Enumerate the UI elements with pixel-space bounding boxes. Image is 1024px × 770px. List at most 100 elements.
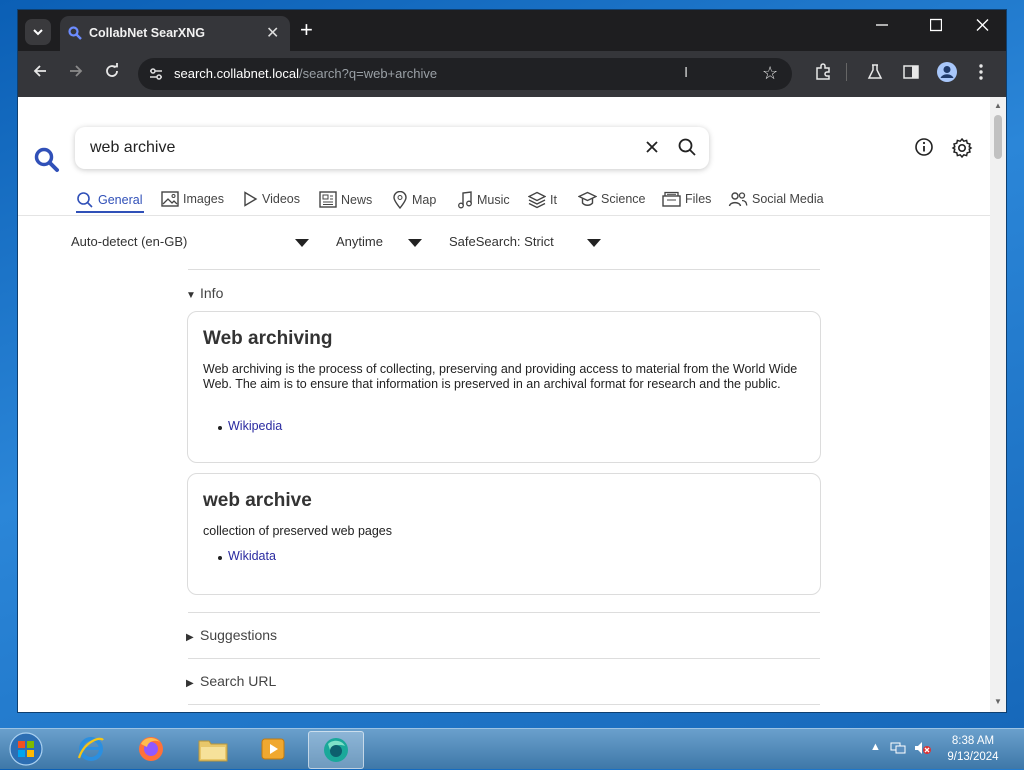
- browser-tab[interactable]: CollabNet SearXNG ✕: [60, 16, 290, 51]
- browser-window: CollabNet SearXNG ✕ + search.collabnet.l…: [18, 10, 1006, 712]
- wikidata-link[interactable]: Wikidata: [228, 549, 276, 563]
- infobox: web archive collection of preserved web …: [187, 473, 821, 595]
- safesearch-chevron-icon[interactable]: [587, 239, 601, 247]
- tab-label: Images: [183, 192, 224, 206]
- list-bullet: [218, 426, 222, 430]
- firefox-icon: [139, 737, 163, 761]
- forward-button[interactable]: [68, 61, 84, 85]
- tab-music[interactable]: Music: [457, 191, 510, 209]
- arrow-left-icon: [33, 65, 46, 77]
- tab-videos[interactable]: Videos: [242, 191, 300, 207]
- tab-label: Music: [477, 193, 510, 207]
- reload-button[interactable]: [104, 61, 120, 85]
- search-submit-icon[interactable]: [677, 137, 697, 160]
- reload-icon: [106, 63, 118, 77]
- browser-app-icon: [324, 738, 348, 762]
- safesearch-select[interactable]: SafeSearch: Strict: [449, 234, 554, 249]
- newspaper-icon: [319, 191, 337, 208]
- browser-toolbar: search.collabnet.local/search?q=web+arch…: [18, 51, 1006, 97]
- info-toggle[interactable]: ▼ Info: [186, 285, 223, 301]
- tab-map[interactable]: Map: [392, 191, 436, 209]
- page-scrollbar[interactable]: ▲ ▼: [990, 97, 1006, 712]
- divider: [188, 269, 820, 270]
- time-range-chevron-icon[interactable]: [408, 239, 422, 247]
- music-note-icon: [458, 191, 472, 209]
- address-bar[interactable]: search.collabnet.local/search?q=web+arch…: [138, 58, 792, 90]
- minimize-button[interactable]: [876, 18, 888, 37]
- file-explorer-taskbar-button[interactable]: [186, 731, 240, 767]
- search-url-toggle[interactable]: ▶ Search URL: [186, 673, 276, 689]
- maximize-button[interactable]: [929, 18, 943, 37]
- text-cursor-icon: I: [684, 64, 689, 81]
- scroll-thumb[interactable]: [994, 115, 1002, 159]
- firefox-taskbar-button[interactable]: [124, 731, 178, 767]
- tab-title: CollabNet SearXNG: [89, 26, 206, 40]
- back-button[interactable]: [32, 61, 48, 85]
- search-input[interactable]: web archive: [90, 139, 175, 157]
- language-select[interactable]: Auto-detect (en-GB): [71, 234, 187, 249]
- internet-explorer-icon: [77, 737, 104, 761]
- extensions-icon[interactable]: [814, 63, 832, 84]
- divider: [188, 612, 820, 613]
- windows-logo-icon: [9, 732, 43, 766]
- url-domain: search.collabnet.local: [174, 66, 300, 81]
- tab-label: It: [550, 193, 557, 207]
- search-favicon-icon: [68, 26, 82, 43]
- tab-files[interactable]: Files: [662, 191, 711, 207]
- divider: [18, 215, 990, 216]
- clock-time: 8:38 AM: [951, 735, 995, 747]
- system-clock[interactable]: 8:38 AM 9/13/2024: [934, 733, 1012, 765]
- chrome-taskbar-button[interactable]: [308, 731, 364, 769]
- labs-flask-icon[interactable]: [866, 63, 884, 84]
- divider: [188, 704, 820, 705]
- searxng-logo-icon[interactable]: [34, 147, 60, 176]
- triangle-right-icon: ▶: [186, 632, 194, 643]
- new-tab-button[interactable]: +: [300, 18, 313, 42]
- infobox-title: Web archiving: [203, 328, 333, 349]
- settings-gear-icon[interactable]: [951, 137, 973, 162]
- tab-news[interactable]: News: [319, 191, 372, 208]
- tab-social-media[interactable]: Social Media: [728, 191, 824, 207]
- start-button[interactable]: [6, 731, 46, 767]
- internet-explorer-taskbar-button[interactable]: [64, 731, 118, 767]
- search-box[interactable]: web archive: [75, 127, 709, 169]
- scroll-down-icon[interactable]: ▼: [994, 697, 1002, 706]
- chevron-down-icon: [33, 28, 43, 35]
- infobox-title: web archive: [203, 490, 312, 511]
- suggestions-label: Suggestions: [200, 627, 278, 643]
- language-chevron-icon[interactable]: [295, 239, 309, 247]
- active-tab-indicator: [76, 211, 144, 213]
- tab-label: Files: [685, 192, 712, 206]
- infobox: Web archiving Web archiving is the proce…: [187, 311, 821, 463]
- side-panel-icon[interactable]: [902, 63, 920, 84]
- profile-avatar-icon[interactable]: [936, 61, 958, 86]
- info-label: Info: [200, 285, 224, 301]
- bookmark-star-icon[interactable]: ☆: [762, 63, 778, 84]
- tab-it[interactable]: It: [528, 191, 557, 209]
- volume-muted-icon[interactable]: [914, 741, 932, 758]
- scroll-up-icon[interactable]: ▲: [994, 101, 1002, 110]
- clear-search-icon[interactable]: [643, 138, 661, 159]
- network-icon[interactable]: [890, 741, 906, 758]
- tab-close-icon[interactable]: ✕: [266, 23, 279, 43]
- tab-images[interactable]: Images: [161, 191, 224, 207]
- tab-label: Science: [601, 192, 646, 206]
- tab-label: Social Media: [752, 192, 824, 206]
- menu-kebab-icon[interactable]: [978, 63, 984, 84]
- suggestions-toggle[interactable]: ▶ Suggestions: [186, 627, 277, 643]
- close-window-button[interactable]: [976, 18, 989, 37]
- tab-label: Videos: [262, 192, 300, 206]
- wikipedia-link[interactable]: Wikipedia: [228, 419, 282, 433]
- info-icon[interactable]: [914, 137, 934, 160]
- media-player-taskbar-button[interactable]: [246, 731, 300, 767]
- tab-general[interactable]: General: [76, 191, 142, 209]
- time-range-select[interactable]: Anytime: [336, 234, 383, 249]
- search-url-label: Search URL: [200, 673, 277, 689]
- show-hidden-icons-icon[interactable]: ▲: [870, 741, 881, 753]
- tab-science[interactable]: Science: [578, 191, 645, 207]
- infobox-description: collection of preserved web pages: [203, 524, 393, 538]
- tab-search-button[interactable]: [25, 19, 51, 45]
- media-player-icon: [261, 738, 285, 760]
- site-settings-icon[interactable]: [148, 66, 164, 85]
- tab-label: Map: [412, 193, 437, 207]
